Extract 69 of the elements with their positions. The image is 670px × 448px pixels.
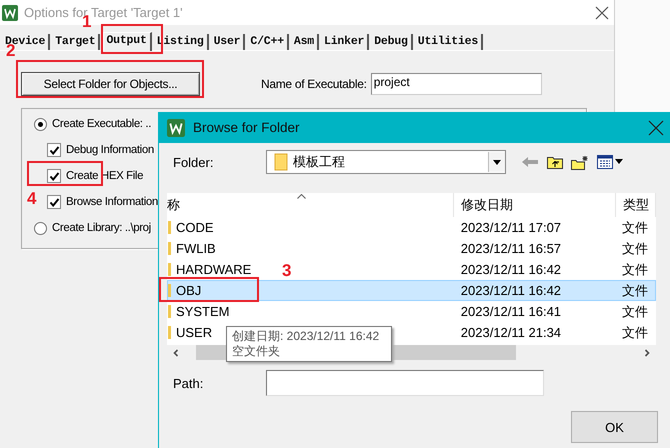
close-icon[interactable] — [595, 6, 609, 20]
folder-icon — [168, 284, 171, 297]
annotation-number: 4 — [27, 190, 36, 208]
tab[interactable]: C/C++ — [248, 34, 289, 50]
annotation-number: 3 — [282, 262, 292, 280]
tab[interactable]: Linker — [322, 34, 370, 50]
tab[interactable]: Target — [53, 34, 100, 50]
folder-name[interactable]: HARDWARE — [176, 262, 252, 277]
folder-up-icon[interactable] — [547, 155, 563, 169]
select-folder-button[interactable]: Select Folder for Objects... — [21, 72, 200, 96]
column-header[interactable]: 称 — [167, 193, 454, 217]
executable-name-field[interactable]: project — [370, 73, 542, 95]
date-cell: 2023/12/11 16:42 — [460, 283, 562, 298]
option-label: Create Library: ..\proj — [52, 222, 151, 234]
folder-icon — [168, 305, 171, 318]
type-cell: 文件 — [622, 240, 648, 258]
tab[interactable]: Output — [103, 32, 152, 51]
option-label: Debug Information — [66, 144, 154, 156]
radio-button[interactable] — [34, 222, 47, 234]
close-icon[interactable] — [648, 120, 664, 136]
tooltip-text: 创建日期: 2023/12/11 16:42 — [232, 329, 380, 344]
new-folder-icon[interactable] — [571, 154, 589, 170]
folder-icon — [168, 242, 171, 255]
checkbox[interactable] — [47, 169, 61, 183]
tooltip-text: 空文件夹 — [232, 344, 281, 359]
tab[interactable]: Debug — [372, 34, 413, 50]
date-cell: 2023/12/11 16:42 — [460, 262, 562, 277]
checkbox[interactable] — [47, 195, 61, 209]
dropdown-arrow-icon[interactable] — [493, 160, 501, 164]
folder-name[interactable]: FWLIB — [176, 241, 216, 256]
field-label: Folder: — [172, 154, 214, 170]
tab[interactable]: Utilities — [416, 34, 484, 50]
date-cell: 2023/12/11 21:34 — [460, 325, 562, 340]
checkbox[interactable] — [47, 143, 61, 157]
option-label: Browse Information — [66, 196, 158, 208]
scroll-left-icon[interactable] — [171, 348, 181, 358]
folder-name[interactable]: SYSTEM — [176, 304, 230, 319]
date-cell: 2023/12/11 16:41 — [460, 304, 562, 319]
folder-dropdown[interactable]: 模板工程 — [266, 150, 506, 174]
option-label: Create Executable: .. — [52, 118, 151, 130]
tab[interactable]: User — [212, 34, 246, 50]
type-cell: 文件 — [622, 282, 648, 300]
folder-icon — [168, 263, 171, 276]
selected-folder-row[interactable]: OBJ 2023/12/11 16:42 文件 — [167, 280, 656, 301]
folder-icon — [168, 221, 171, 234]
app-icon — [167, 118, 185, 136]
scroll-right-icon[interactable] — [642, 348, 652, 358]
field-label: Name of Executable: — [261, 77, 367, 91]
type-cell: 文件 — [622, 302, 648, 320]
folder-icon — [274, 153, 288, 171]
tab[interactable]: Asm — [292, 34, 320, 50]
folder-icon — [168, 326, 171, 339]
type-cell: 文件 — [622, 260, 648, 278]
field-label: Path: — [172, 376, 204, 390]
folder-name[interactable]: USER — [176, 325, 212, 340]
date-cell: 2023/12/11 16:57 — [460, 241, 562, 256]
radio-button[interactable] — [34, 118, 47, 130]
folder-name[interactable]: OBJ — [176, 283, 202, 298]
column-header[interactable]: 类型 — [616, 193, 656, 217]
folder-name[interactable]: CODE — [176, 220, 214, 235]
type-cell: 文件 — [622, 324, 648, 342]
date-cell: 2023/12/11 17:07 — [460, 220, 562, 235]
sort-caret-icon — [297, 194, 306, 199]
ok-button[interactable]: OK — [571, 411, 658, 443]
window-title: Browse for Folder — [193, 120, 300, 135]
column-header[interactable]: 修改日期 — [454, 193, 616, 217]
view-menu-icon[interactable] — [597, 155, 623, 169]
path-field[interactable] — [266, 370, 544, 396]
type-cell: 文件 — [622, 218, 648, 236]
